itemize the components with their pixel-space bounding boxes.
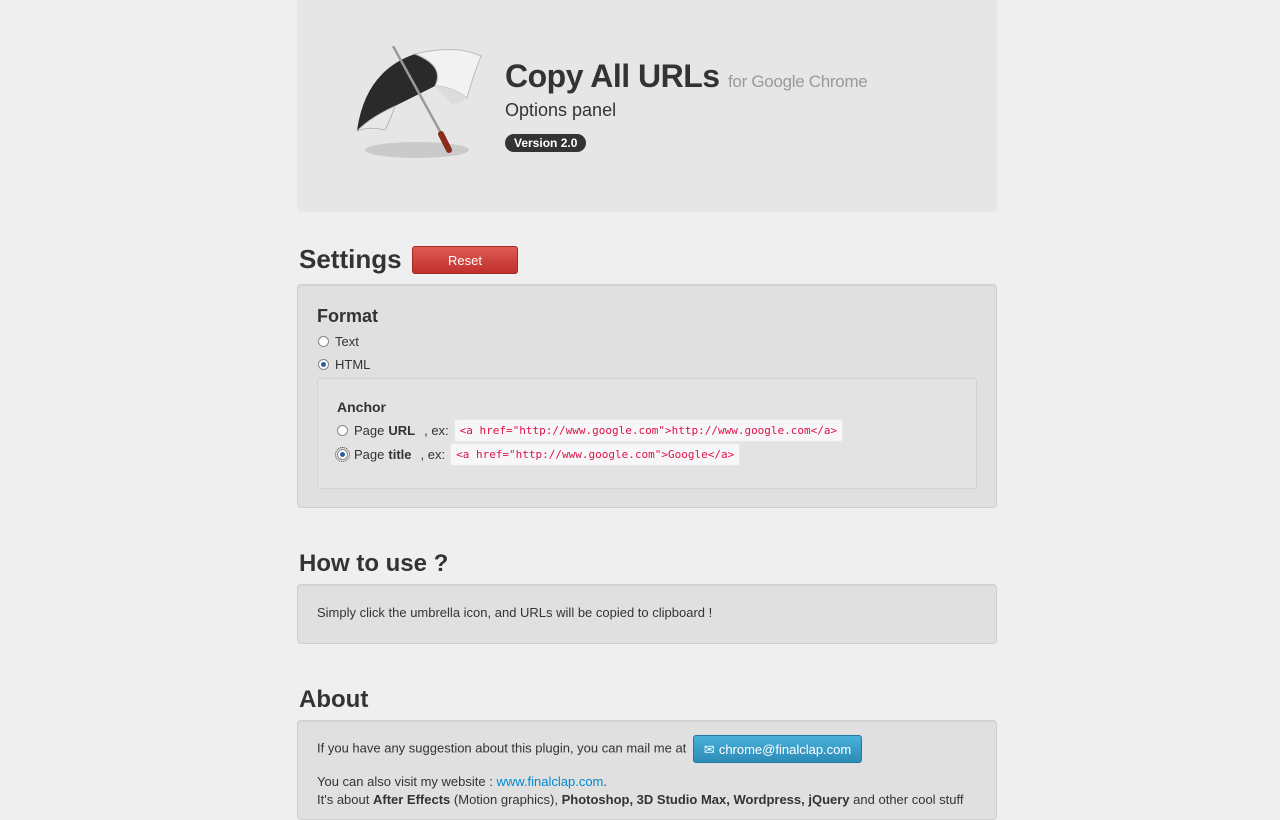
header-panel: Copy All URLs for Google Chrome Options … <box>297 0 997 212</box>
format-option-html[interactable]: HTML <box>318 356 370 372</box>
radio-page-title[interactable] <box>335 447 350 462</box>
title-row: Copy All URLs for Google Chrome <box>505 58 868 95</box>
mail-button[interactable]: ✉ chrome@finalclap.com <box>692 735 863 763</box>
options-panel-title: Options panel <box>505 100 617 120</box>
mail-button-label: chrome@finalclap.com <box>718 742 852 757</box>
envelope-icon: ✉ <box>703 742 715 757</box>
anchor-option-url[interactable]: Page URL , ex: <a href="http://www.googl… <box>337 419 844 442</box>
format-option-html-label: HTML <box>335 356 371 372</box>
settings-heading: Settings <box>299 244 402 274</box>
version-badge: Version 2.0 <box>505 134 587 152</box>
umbrella-icon <box>356 46 482 158</box>
radio-html[interactable] <box>318 358 329 370</box>
anchor-title-prefix: Page <box>354 447 385 462</box>
format-label: Format <box>317 306 379 326</box>
about-mail-line: If you have any suggestion about this pl… <box>317 735 863 763</box>
format-option-text[interactable]: Text <box>318 333 359 349</box>
anchor-title-example: <a href="http://www.google.com">Google</… <box>450 443 741 466</box>
format-option-text-label: Text <box>335 333 359 349</box>
about-website-prefix: You can also visit my website : <box>317 774 493 789</box>
anchor-panel: Anchor Page URL , ex: <a href="http://ww… <box>317 378 977 489</box>
app-subtitle: for Google Chrome <box>728 72 868 91</box>
how-to-text: Simply click the umbrella icon, and URLs… <box>317 605 713 620</box>
how-to-heading: How to use ? <box>299 550 449 577</box>
about-panel: If you have any suggestion about this pl… <box>297 720 997 820</box>
anchor-url-example: <a href="http://www.google.com">http://w… <box>453 419 844 442</box>
anchor-option-title[interactable]: Page title , ex: <a href="http://www.goo… <box>335 443 741 466</box>
radio-text[interactable] <box>318 335 329 347</box>
about-website-line: You can also visit my website : www.fina… <box>317 774 607 789</box>
website-link[interactable]: www.finalclap.com <box>496 774 603 789</box>
anchor-label: Anchor <box>337 399 386 415</box>
about-mail-text: If you have any suggestion about this pl… <box>317 740 687 756</box>
anchor-url-prefix: Page <box>354 423 385 438</box>
anchor-title-bold: title <box>388 447 412 462</box>
anchor-url-bold: URL <box>388 423 416 438</box>
anchor-url-ex: , ex: <box>424 423 449 438</box>
about-website-suffix: . <box>603 774 608 789</box>
settings-panel: Format Text HTML Anchor Page URL , ex: <… <box>297 284 997 508</box>
reset-settings-button[interactable]: Reset settings <box>412 246 518 296</box>
about-heading: About <box>299 686 369 713</box>
radio-page-url[interactable] <box>337 425 348 436</box>
how-to-panel: Simply click the umbrella icon, and URLs… <box>297 584 997 644</box>
app-title: Copy All URLs <box>505 58 720 94</box>
anchor-title-ex: , ex: <box>420 447 446 462</box>
